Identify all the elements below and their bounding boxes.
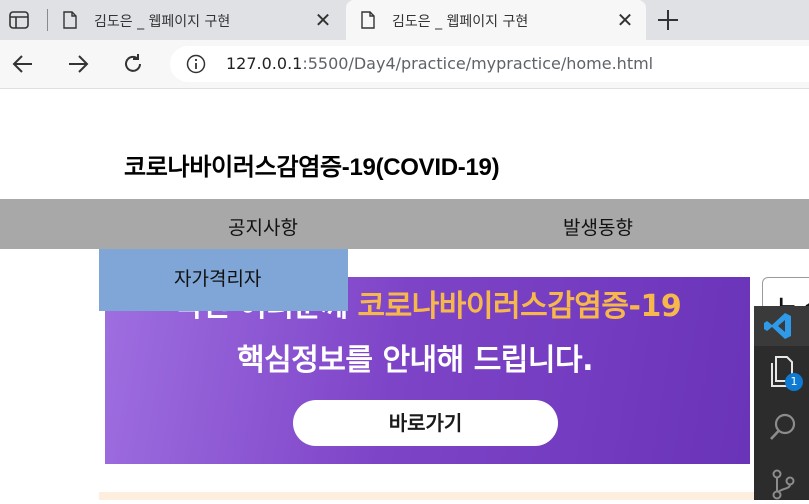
browser-tab-1[interactable]: 김도은 _ 웹페이지 구현 ✕ [48, 0, 344, 40]
forward-arrow-icon[interactable] [66, 52, 90, 76]
tab-actions-icon[interactable] [8, 9, 30, 31]
notification-badge: 1 [785, 373, 803, 391]
vscode-logo-icon[interactable] [754, 306, 809, 346]
content-section-edge [99, 492, 809, 500]
tab-title: 김도은 _ 웹페이지 구현 [94, 14, 231, 30]
page-icon [360, 11, 376, 29]
nav-item-notice[interactable]: 공지사항 [228, 213, 298, 240]
nav-dropdown: 자가격리자 [99, 249, 348, 311]
main-nav: 공지사항 발생동향 [0, 199, 809, 249]
url-host: 127.0.0.1 [226, 54, 303, 73]
plus-icon[interactable] [654, 6, 682, 34]
web-page: 코로나바이러스감염증-19(COVID-19) 공지사항 발생동향 국민 여러분… [0, 89, 809, 500]
browser-tab-2-active[interactable]: 김도은 _ 웹페이지 구현 ✕ [346, 0, 646, 40]
vscode-activity-bar: 1 [754, 306, 809, 500]
search-icon[interactable] [768, 412, 798, 444]
tab-strip: 김도은 _ 웹페이지 구현 ✕ 김도은 _ 웹페이지 구현 ✕ [0, 0, 809, 40]
source-control-icon[interactable] [768, 468, 798, 500]
browser-toolbar: 127.0.0.1:5500/Day4/practice/mypractice/… [0, 40, 809, 89]
nav-item-status[interactable]: 발생동향 [563, 213, 633, 240]
page-title: 코로나바이러스감염증-19(COVID-19) [124, 154, 500, 181]
page-icon [62, 11, 78, 29]
banner-subheadline: 핵심정보를 안내해 드립니다. [237, 343, 594, 378]
url-text[interactable]: 127.0.0.1:5500/Day4/practice/mypractice/… [226, 54, 653, 73]
close-icon[interactable]: ✕ [616, 9, 634, 31]
go-button[interactable]: 바로가기 [293, 400, 558, 446]
info-icon[interactable] [186, 54, 206, 74]
refresh-icon[interactable] [121, 52, 145, 76]
url-path: :5500/Day4/practice/mypractice/home.html [302, 54, 654, 73]
dropdown-item-self-quarantine[interactable]: 자가격리자 [174, 264, 261, 291]
tab-title: 김도은 _ 웹페이지 구현 [392, 14, 529, 30]
banner-headline-highlight: 코로나바이러스감염증-19 [357, 289, 682, 324]
address-bar[interactable]: 127.0.0.1:5500/Day4/practice/mypractice/… [170, 46, 809, 82]
back-arrow-icon[interactable] [11, 52, 35, 76]
close-icon[interactable]: ✕ [314, 9, 332, 31]
